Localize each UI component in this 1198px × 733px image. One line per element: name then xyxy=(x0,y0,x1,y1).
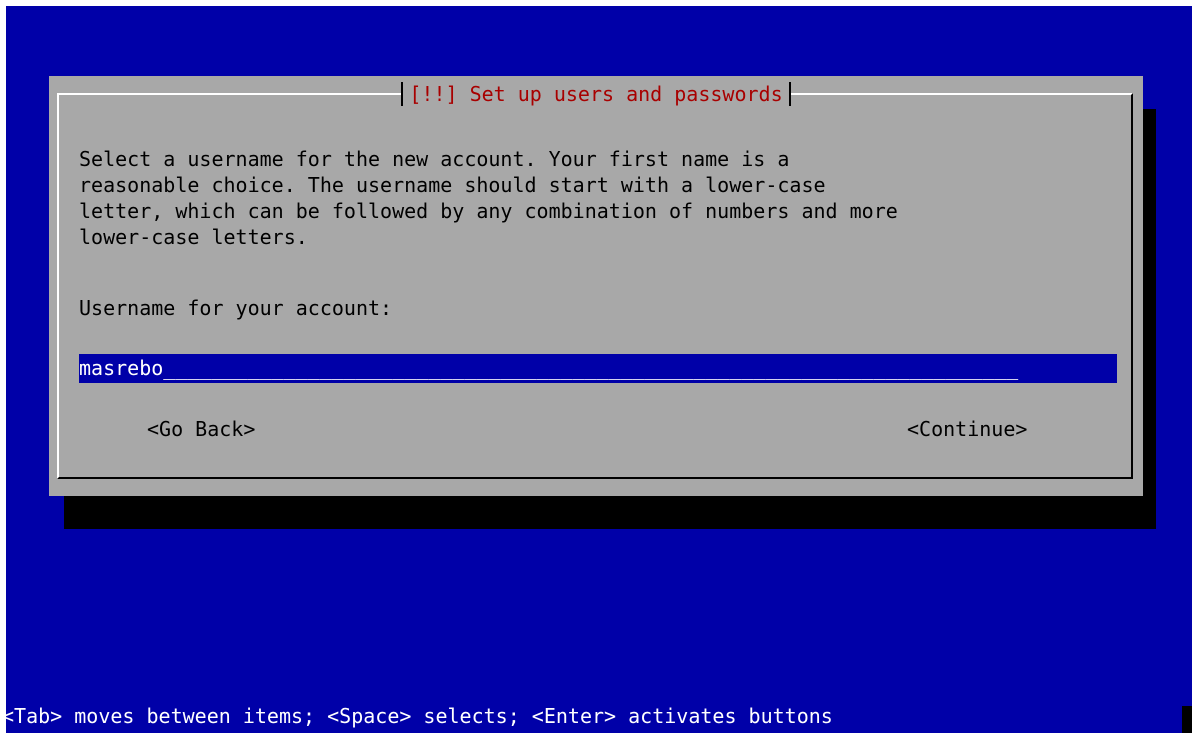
installer-screen: [!!] Set up users and passwords Select a… xyxy=(6,6,1192,733)
username-value: masrebo xyxy=(79,356,164,380)
setup-users-dialog: [!!] Set up users and passwords Select a… xyxy=(49,76,1143,496)
username-input[interactable]: masrebo_________________________________… xyxy=(79,354,1117,383)
dialog-description: Select a username for the new account. Y… xyxy=(79,147,898,249)
username-label: Username for your account: xyxy=(79,296,393,320)
dialog-title: [!!] Set up users and passwords xyxy=(401,82,791,106)
terminal-cursor xyxy=(1182,706,1192,733)
continue-button[interactable]: <Continue> xyxy=(907,416,1027,442)
input-fill: ________________________________________… xyxy=(163,356,1019,380)
go-back-button[interactable]: <Go Back> xyxy=(147,416,255,442)
help-bar: <Tab> moves between items; <Space> selec… xyxy=(6,704,833,728)
